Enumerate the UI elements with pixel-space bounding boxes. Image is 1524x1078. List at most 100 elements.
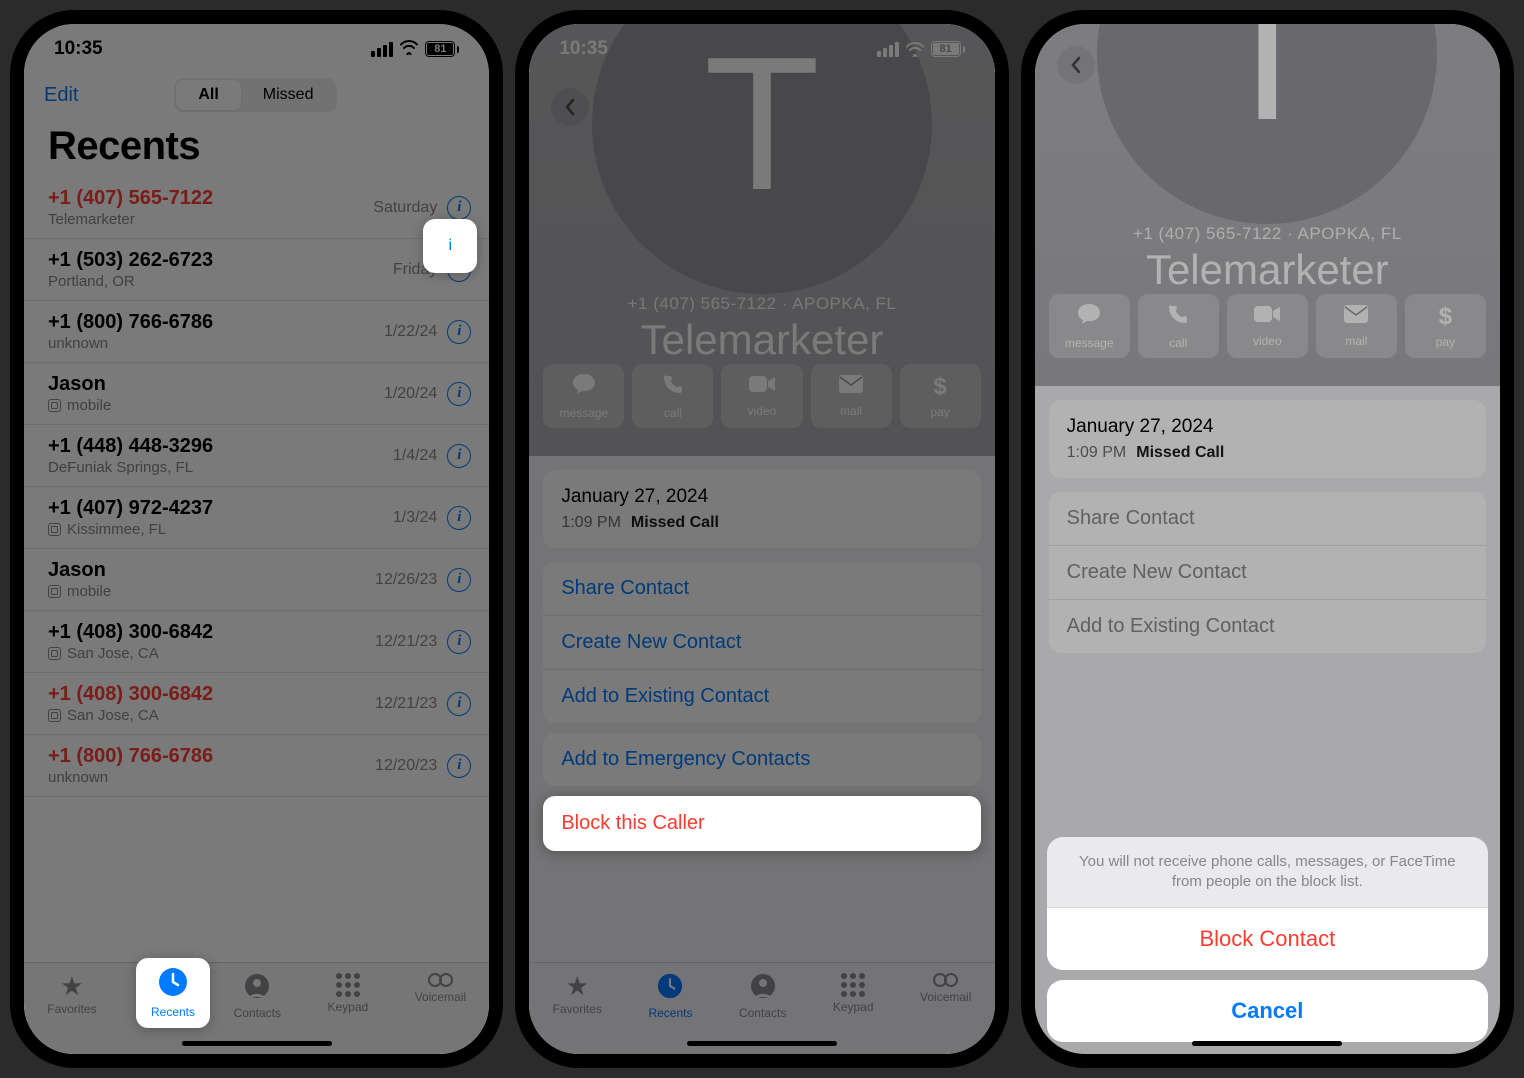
tab-keypad[interactable]: Keypad	[328, 973, 369, 1014]
clock-icon	[657, 973, 683, 1003]
contact-name: Telemarketer	[529, 316, 994, 364]
create-new-contact[interactable]: Create New Contact	[1049, 546, 1486, 600]
back-button[interactable]	[551, 88, 589, 126]
info-button[interactable]: i	[447, 630, 471, 654]
action-video[interactable]: video	[1227, 294, 1308, 358]
call-number: +1 (800) 766-6786	[48, 311, 384, 334]
share-contact[interactable]: Share Contact	[543, 562, 980, 616]
call-date: 1/22/24	[384, 323, 437, 341]
tab-keypad[interactable]: Keypad	[833, 973, 874, 1014]
voicemail-icon	[428, 973, 453, 987]
info-button[interactable]: i	[447, 506, 471, 530]
block-contact-button[interactable]: Block Contact	[1047, 907, 1488, 970]
action-message[interactable]: message	[543, 364, 624, 428]
action-label: video	[748, 404, 777, 418]
recents-row[interactable]: +1 (800) 766-6786unknown12/20/23i	[24, 735, 489, 797]
info-button[interactable]: i	[447, 444, 471, 468]
tab-recents[interactable]: Recents	[648, 973, 692, 1020]
action-call[interactable]: call	[1138, 294, 1219, 358]
home-indicator[interactable]	[1192, 1041, 1342, 1046]
call-sublabel: Portland, OR	[48, 273, 393, 290]
info-button[interactable]: i	[447, 382, 471, 406]
action-pay[interactable]: $pay	[1405, 294, 1486, 358]
action-mail[interactable]: mail	[811, 364, 892, 428]
recents-row[interactable]: +1 (407) 565-7122TelemarketerSaturdayi	[24, 177, 489, 239]
recents-row[interactable]: +1 (503) 262-6723Portland, ORFridayi	[24, 239, 489, 301]
outgoing-icon	[48, 647, 61, 660]
battery-icon: 81	[931, 41, 965, 57]
phone-screen-contact-detail: 10:35 81 T +1 (407) 565-7122 · APOPKA, F…	[515, 10, 1008, 1068]
seg-missed[interactable]: Missed	[241, 80, 336, 110]
keypad-icon	[336, 973, 360, 997]
tab-voicemail[interactable]: Voicemail	[415, 973, 466, 1004]
page-title: Recents	[24, 118, 489, 177]
add-existing-contact[interactable]: Add to Existing Contact	[1049, 600, 1486, 653]
info-button[interactable]: i	[447, 196, 471, 220]
action-label: pay	[1436, 335, 1455, 349]
info-button-highlight[interactable]: i	[423, 219, 477, 273]
tab-contacts[interactable]: Contacts	[234, 973, 281, 1020]
call-time: 1:09 PM	[561, 514, 621, 531]
call-date: January 27, 2024	[561, 486, 962, 508]
signal-icon	[877, 42, 899, 57]
call-number: +1 (408) 300-6842	[48, 621, 375, 644]
action-call[interactable]: call	[632, 364, 713, 428]
create-new-contact[interactable]: Create New Contact	[543, 616, 980, 670]
wifi-icon	[399, 39, 419, 60]
recents-row[interactable]: +1 (448) 448-3296DeFuniak Springs, FL1/4…	[24, 425, 489, 487]
contact-subline: +1 (407) 565-7122 · APOPKA, FL	[529, 294, 994, 314]
segmented-control[interactable]: All Missed	[174, 78, 337, 112]
tab-favorites[interactable]: ★Favorites	[553, 973, 602, 1016]
seg-all[interactable]: All	[176, 80, 240, 110]
call-number: +1 (408) 300-6842	[48, 683, 375, 706]
recents-row[interactable]: +1 (408) 300-6842San Jose, CA12/21/23i	[24, 611, 489, 673]
info-button[interactable]: i	[447, 692, 471, 716]
call-date: 1/3/24	[393, 509, 437, 527]
edit-button[interactable]: Edit	[44, 84, 78, 107]
tab-contacts[interactable]: Contacts	[739, 973, 786, 1020]
pay-icon: $	[933, 373, 946, 401]
action-message[interactable]: message	[1049, 294, 1130, 358]
add-emergency-contact[interactable]: Add to Emergency Contacts	[543, 733, 980, 786]
star-icon: ★	[60, 973, 83, 999]
call-date: Saturday	[373, 199, 437, 217]
call-date: January 27, 2024	[1067, 416, 1468, 438]
call-icon	[661, 372, 685, 402]
recents-row[interactable]: +1 (800) 766-6786unknown1/22/24i	[24, 301, 489, 363]
home-indicator[interactable]	[687, 1041, 837, 1046]
recents-row[interactable]: Jasonmobile1/20/24i	[24, 363, 489, 425]
cancel-button[interactable]: Cancel	[1047, 980, 1488, 1042]
home-indicator[interactable]	[182, 1041, 332, 1046]
voicemail-icon	[933, 973, 958, 987]
call-date: 1/4/24	[393, 447, 437, 465]
recents-row[interactable]: +1 (408) 300-6842San Jose, CA12/21/23i	[24, 673, 489, 735]
call-icon	[1166, 302, 1190, 332]
back-button[interactable]	[1057, 46, 1095, 84]
call-sublabel: Kissimmee, FL	[48, 521, 393, 538]
call-date: 12/20/23	[375, 757, 437, 775]
call-sublabel: mobile	[48, 583, 375, 600]
action-label: message	[1065, 336, 1114, 350]
recents-row[interactable]: +1 (407) 972-4237Kissimmee, FL1/3/24i	[24, 487, 489, 549]
info-button[interactable]: i	[447, 568, 471, 592]
info-button[interactable]: i	[447, 320, 471, 344]
action-label: call	[664, 406, 682, 420]
action-video[interactable]: video	[721, 364, 802, 428]
tab-voicemail[interactable]: Voicemail	[920, 973, 971, 1004]
contact-avatar: T	[1097, 10, 1437, 224]
action-mail[interactable]: mail	[1316, 294, 1397, 358]
action-pay[interactable]: $pay	[900, 364, 981, 428]
share-contact[interactable]: Share Contact	[1049, 492, 1486, 546]
call-sublabel: Telemarketer	[48, 211, 373, 228]
info-button[interactable]: i	[447, 754, 471, 778]
add-existing-contact[interactable]: Add to Existing Contact	[543, 670, 980, 723]
recents-row[interactable]: Jasonmobile12/26/23i	[24, 549, 489, 611]
recents-tab-highlight[interactable]: Recents	[136, 958, 210, 1028]
block-this-caller[interactable]: Block this Caller	[543, 796, 980, 851]
action-label: call	[1169, 336, 1187, 350]
message-icon	[571, 372, 597, 402]
contact-actions-list: Share Contact Create New Contact Add to …	[543, 562, 980, 723]
call-number: Jason	[48, 373, 384, 396]
tab-favorites[interactable]: ★Favorites	[47, 973, 96, 1016]
phone-screen-block-confirm: T +1 (407) 565-7122 · APOPKA, FL Telemar…	[1021, 10, 1514, 1068]
